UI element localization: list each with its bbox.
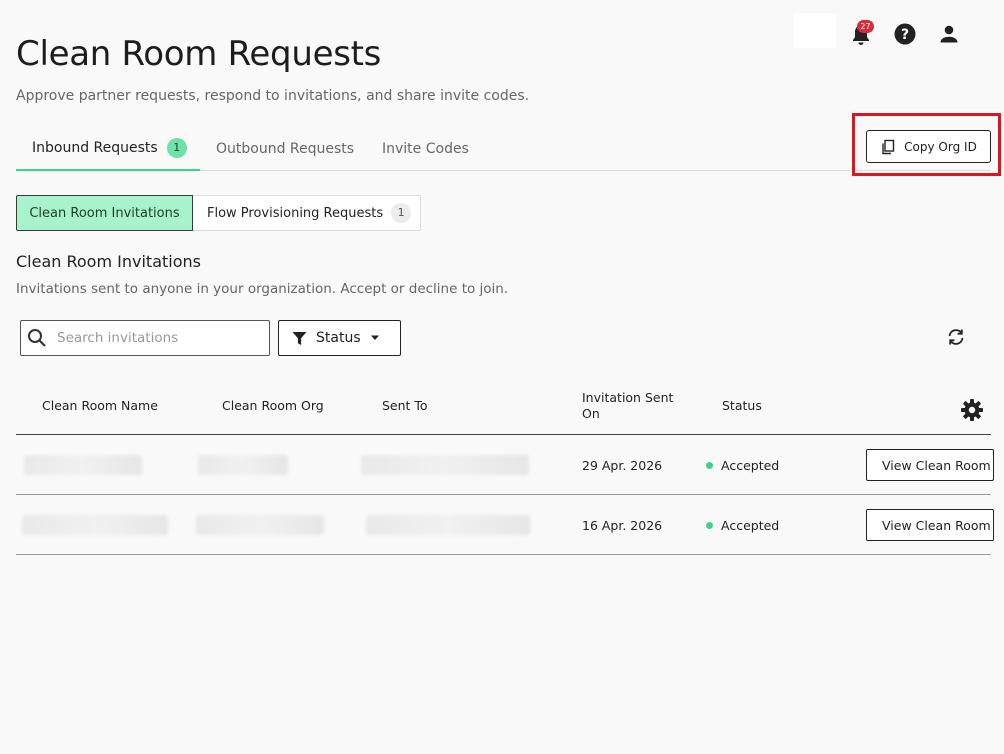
page-title: Clean Room Requests xyxy=(16,34,382,74)
status-filter-dropdown[interactable]: Status xyxy=(278,320,401,356)
notification-badge: 27 xyxy=(857,20,874,33)
redacted-text xyxy=(22,515,168,535)
redacted-text xyxy=(196,515,324,535)
gear-icon xyxy=(961,399,983,421)
sent-to-cell xyxy=(366,495,530,555)
clean-room-name-cell xyxy=(22,495,168,555)
column-header-clean-room-name[interactable]: Clean Room Name xyxy=(42,376,158,435)
redacted-text xyxy=(366,515,530,535)
status-cell: Accepted xyxy=(706,495,779,555)
table-settings-button[interactable] xyxy=(960,398,984,422)
status-label: Accepted xyxy=(721,517,780,533)
status-filter-label: Status xyxy=(316,330,361,346)
column-header-invitation-sent-on[interactable]: Invitation Sent On xyxy=(582,376,682,435)
status-dot xyxy=(706,461,713,469)
copy-org-id-label: Copy Org ID xyxy=(904,139,977,154)
invitation-type-segment: Clean Room Invitations Flow Provisioning… xyxy=(16,195,421,231)
section-title: Clean Room Invitations xyxy=(16,252,201,271)
table-row[interactable]: 16 Apr. 2026 Accepted View Clean Room xyxy=(16,495,994,555)
invitation-date-cell: 16 Apr. 2026 xyxy=(582,517,663,533)
tab-invite-codes[interactable]: Invite Codes xyxy=(382,126,469,171)
help-icon: ? xyxy=(894,23,916,45)
segment-label: Flow Provisioning Requests xyxy=(207,205,384,221)
svg-text:?: ? xyxy=(901,27,909,43)
tab-outbound-requests[interactable]: Outbound Requests xyxy=(216,126,354,171)
user-menu-button[interactable] xyxy=(936,21,962,47)
column-header-status[interactable]: Status xyxy=(722,376,762,435)
segment-clean-room-invitations[interactable]: Clean Room Invitations xyxy=(16,195,193,231)
view-clean-room-button[interactable]: View Clean Room xyxy=(866,509,994,541)
filter-icon xyxy=(292,331,307,345)
tab-label: Invite Codes xyxy=(382,140,469,157)
table-header: Clean Room Name Clean Room Org Sent To I… xyxy=(16,376,991,435)
redacted-text xyxy=(24,455,142,475)
org-logo-placeholder xyxy=(794,13,836,48)
page-subtitle: Approve partner requests, respond to inv… xyxy=(16,88,530,104)
refresh-button[interactable] xyxy=(944,325,968,349)
column-header-clean-room-org[interactable]: Clean Room Org xyxy=(222,376,324,435)
tab-count-badge: 1 xyxy=(166,137,187,158)
refresh-icon xyxy=(948,329,964,345)
help-button[interactable]: ? xyxy=(892,21,918,47)
search-icon xyxy=(28,329,46,347)
search-box xyxy=(20,320,270,356)
segment-count-badge: 1 xyxy=(391,203,412,223)
clean-room-org-cell xyxy=(196,495,324,555)
tab-label: Inbound Requests xyxy=(32,139,158,156)
redacted-text xyxy=(198,455,288,475)
clean-room-org-cell xyxy=(198,435,288,495)
copy-org-id-button[interactable]: Copy Org ID xyxy=(866,130,991,163)
tab-label: Outbound Requests xyxy=(216,140,355,157)
segment-label: Clean Room Invitations xyxy=(29,205,180,221)
user-icon xyxy=(940,25,958,43)
search-input[interactable] xyxy=(55,329,255,347)
invitation-date-cell: 29 Apr. 2026 xyxy=(582,457,663,473)
status-label: Accepted xyxy=(721,457,780,473)
invitations-table: Clean Room Name Clean Room Org Sent To I… xyxy=(16,376,994,555)
caret-down-icon xyxy=(370,335,379,340)
copy-icon xyxy=(882,139,895,154)
table-row[interactable]: 29 Apr. 2026 Accepted View Clean Room xyxy=(16,435,994,495)
status-cell: Accepted xyxy=(706,435,779,495)
redacted-text xyxy=(361,455,529,475)
status-dot xyxy=(706,521,713,529)
request-tabs: Inbound Requests 1 Outbound Requests Inv… xyxy=(16,126,991,171)
section-description: Invitations sent to anyone in your organ… xyxy=(16,281,509,297)
sent-to-cell xyxy=(361,435,529,495)
segment-flow-provisioning-requests[interactable]: Flow Provisioning Requests 1 xyxy=(193,195,421,231)
view-clean-room-button[interactable]: View Clean Room xyxy=(866,449,994,481)
clean-room-name-cell xyxy=(24,435,142,495)
column-header-sent-to[interactable]: Sent To xyxy=(382,376,428,435)
tab-inbound-requests[interactable]: Inbound Requests 1 xyxy=(16,126,200,171)
